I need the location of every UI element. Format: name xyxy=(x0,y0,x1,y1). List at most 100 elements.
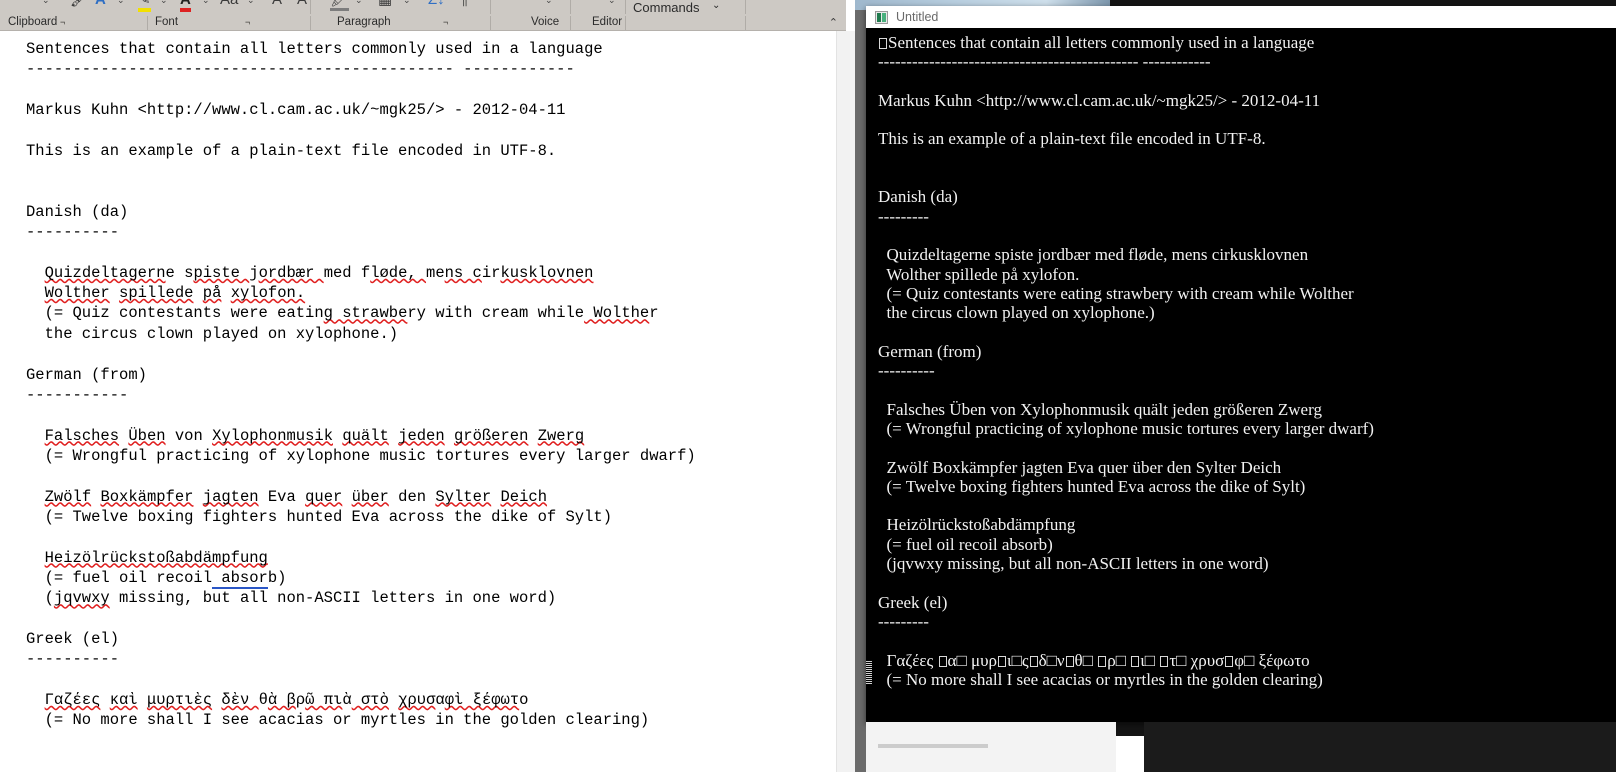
format-painter-icon[interactable]: 🖌 xyxy=(70,0,89,8)
ribbon-group-clipboard: Clipboard xyxy=(8,16,57,28)
missing-glyph-box xyxy=(879,38,887,49)
text-highlight-caret[interactable]: ⌄ xyxy=(160,0,168,8)
spelling-error[interactable]: quer xyxy=(305,488,342,506)
collapse-ribbon-caret[interactable]: ⌃ xyxy=(829,16,838,29)
spelling-error[interactable]: über xyxy=(352,488,389,506)
styles-dropdown-caret[interactable]: ⌄ xyxy=(42,0,50,8)
terminal-titlebar[interactable]: Untitled xyxy=(866,6,1616,28)
show-marks-icon[interactable]: ¶ xyxy=(460,0,468,8)
document-line: Zwölf Boxkämpfer jagten Eva quer über de… xyxy=(26,487,696,507)
spelling-error[interactable]: καὶ xyxy=(110,691,138,709)
text-effects-icon[interactable]: A xyxy=(95,0,106,8)
spelling-error[interactable]: løde, xyxy=(370,264,426,282)
terminal-line: Heizölrückstoßabdämpfung xyxy=(878,515,1374,534)
document-line: German (from) xyxy=(26,365,696,385)
terminal-line xyxy=(878,168,1374,187)
spelling-error[interactable]: ordbær xyxy=(259,264,324,282)
editor-caret[interactable]: ⌄ xyxy=(608,0,616,8)
grow-font-icon[interactable]: A xyxy=(272,0,282,8)
spelling-error[interactable]: ῶ πι xyxy=(305,691,342,709)
ribbon-group-editor: Editor xyxy=(592,16,622,28)
terminal-line: (= Wrongful practicing of xylophone musi… xyxy=(878,419,1374,438)
terminal-line: German (from) xyxy=(878,342,1374,361)
commands-dropdown-caret[interactable]: ⌄ xyxy=(712,0,720,11)
terminal-line xyxy=(878,110,1374,129)
text-highlight-icon[interactable]: ✎ xyxy=(138,0,151,12)
voice-caret[interactable]: ⌄ xyxy=(545,0,553,8)
document-line: Falsches Üben von Xylophonmusik quält je… xyxy=(26,426,696,446)
borders-icon[interactable]: ▦ xyxy=(378,0,392,8)
terminal-line: Zwölf Boxkämpfer jagten Eva quer über de… xyxy=(878,458,1374,477)
grammar-error[interactable]: absor xyxy=(212,569,268,589)
spelling-error[interactable]: Üben xyxy=(128,427,165,445)
document-line xyxy=(26,670,696,690)
terminal-line: Markus Kuhn <http://www.cl.cam.ac.uk/~mg… xyxy=(878,91,1374,110)
spelling-error[interactable]: Wolther xyxy=(45,284,110,302)
change-case-caret[interactable]: ⌄ xyxy=(247,0,255,8)
spelling-error[interactable]: Sylter xyxy=(435,488,491,506)
spelling-error[interactable]: δὲν xyxy=(221,691,258,709)
spelling-error[interactable]: jqvwxy xyxy=(54,589,110,607)
spelling-error[interactable]: jeden xyxy=(398,427,445,445)
change-case-icon[interactable]: Aa xyxy=(220,0,238,8)
spelling-error[interactable]: Heizölrückstoßabdämpfung xyxy=(45,549,268,567)
font-color-icon[interactable]: A xyxy=(180,0,191,12)
document-line: Γαζέες καὶ μυρτιὲς δὲν θὰ βρῶ πιὰ στὸ χρ… xyxy=(26,690,696,710)
terminal-line: the circus clown played on xylophone.) xyxy=(878,303,1374,322)
borders-caret[interactable]: ⌄ xyxy=(403,0,411,8)
spelling-error[interactable]: größeren xyxy=(454,427,528,445)
terminal-line: This is an example of a plain-text file … xyxy=(878,129,1374,148)
spelling-error[interactable]: g strawbe xyxy=(324,304,408,322)
terminal-text: Sentences that contain all letters commo… xyxy=(878,33,1374,689)
font-color-caret[interactable]: ⌄ xyxy=(202,0,210,8)
spelling-error[interactable]: Wolthe xyxy=(584,304,649,322)
spelling-error[interactable]: xylofon. xyxy=(231,284,305,302)
spelling-error[interactable]: φὶ ξέφωτ xyxy=(445,691,519,709)
terminal-line: Quizdeltagerne spiste jordbær med fløde,… xyxy=(878,245,1374,264)
spelling-error[interactable]: quält xyxy=(342,427,389,445)
document-page[interactable]: Sentences that contain all letters commo… xyxy=(0,31,836,772)
spelling-error[interactable]: kusklovnen xyxy=(500,264,593,282)
text-effects-caret[interactable]: ⌄ xyxy=(117,0,125,8)
document-line: ----------------------------------------… xyxy=(26,59,696,79)
spelling-error[interactable]: Zwerg xyxy=(538,427,585,445)
spelling-error[interactable]: στὸ xyxy=(352,691,389,709)
document-line: (jqvwxy missing, but all non-ASCII lette… xyxy=(26,588,696,608)
spelling-error[interactable]: Falsches xyxy=(45,427,119,445)
spelling-error[interactable]: Zwölf xyxy=(45,488,92,506)
dialog-launcher-font[interactable]: ⌐ xyxy=(245,17,250,27)
spelling-error[interactable]: Xylophonmusik xyxy=(212,427,333,445)
terminal-line xyxy=(878,438,1374,457)
spelling-error[interactable]: jagten xyxy=(203,488,259,506)
document-line: Quizdeltagerne spiste jordbær med fløde,… xyxy=(26,263,696,283)
dialog-launcher-clipboard[interactable]: ⌐ xyxy=(60,17,65,27)
terminal-line xyxy=(878,226,1374,245)
document-text[interactable]: Sentences that contain all letters commo… xyxy=(26,39,696,731)
spelling-error[interactable]: Deich xyxy=(500,488,547,506)
shading-caret[interactable]: ⌄ xyxy=(355,0,363,8)
terminal-line xyxy=(878,149,1374,168)
spelling-error[interactable]: spillede xyxy=(119,284,193,302)
spelling-error[interactable]: på xyxy=(203,284,222,302)
word-vertical-scrollbar[interactable] xyxy=(836,31,856,772)
document-line xyxy=(26,609,696,629)
spelling-error[interactable]: piste xyxy=(193,264,249,282)
terminal-body[interactable]: Sentences that contain all letters commo… xyxy=(866,28,1616,722)
terminal-line xyxy=(878,496,1374,515)
spelling-error[interactable]: μυρτιὲς xyxy=(147,691,212,709)
missing-glyph-box xyxy=(1066,656,1074,667)
spelling-error[interactable]: Γαζέες xyxy=(45,691,101,709)
spelling-error[interactable]: χρυσ xyxy=(398,691,435,709)
ribbon-group-paragraph: Paragraph xyxy=(337,16,391,28)
spelling-error[interactable]: ὰ β xyxy=(268,691,296,709)
ribbon-group-font: Font xyxy=(155,16,178,28)
shrink-font-icon[interactable]: A xyxy=(297,0,307,8)
terminal-window[interactable]: Untitled Sentences that contain all lett… xyxy=(866,6,1616,722)
shading-icon[interactable]: 🖍 xyxy=(330,0,349,11)
terminal-rail-marker-hatch xyxy=(866,660,872,684)
spelling-error[interactable]: Quizdeltagern xyxy=(45,264,166,282)
dialog-launcher-paragraph[interactable]: ⌐ xyxy=(443,17,448,27)
spelling-error[interactable]: ns c xyxy=(445,264,482,282)
spelling-error[interactable]: Boxkämpfer xyxy=(100,488,193,506)
sort-icon[interactable]: Z↓ xyxy=(428,0,445,8)
